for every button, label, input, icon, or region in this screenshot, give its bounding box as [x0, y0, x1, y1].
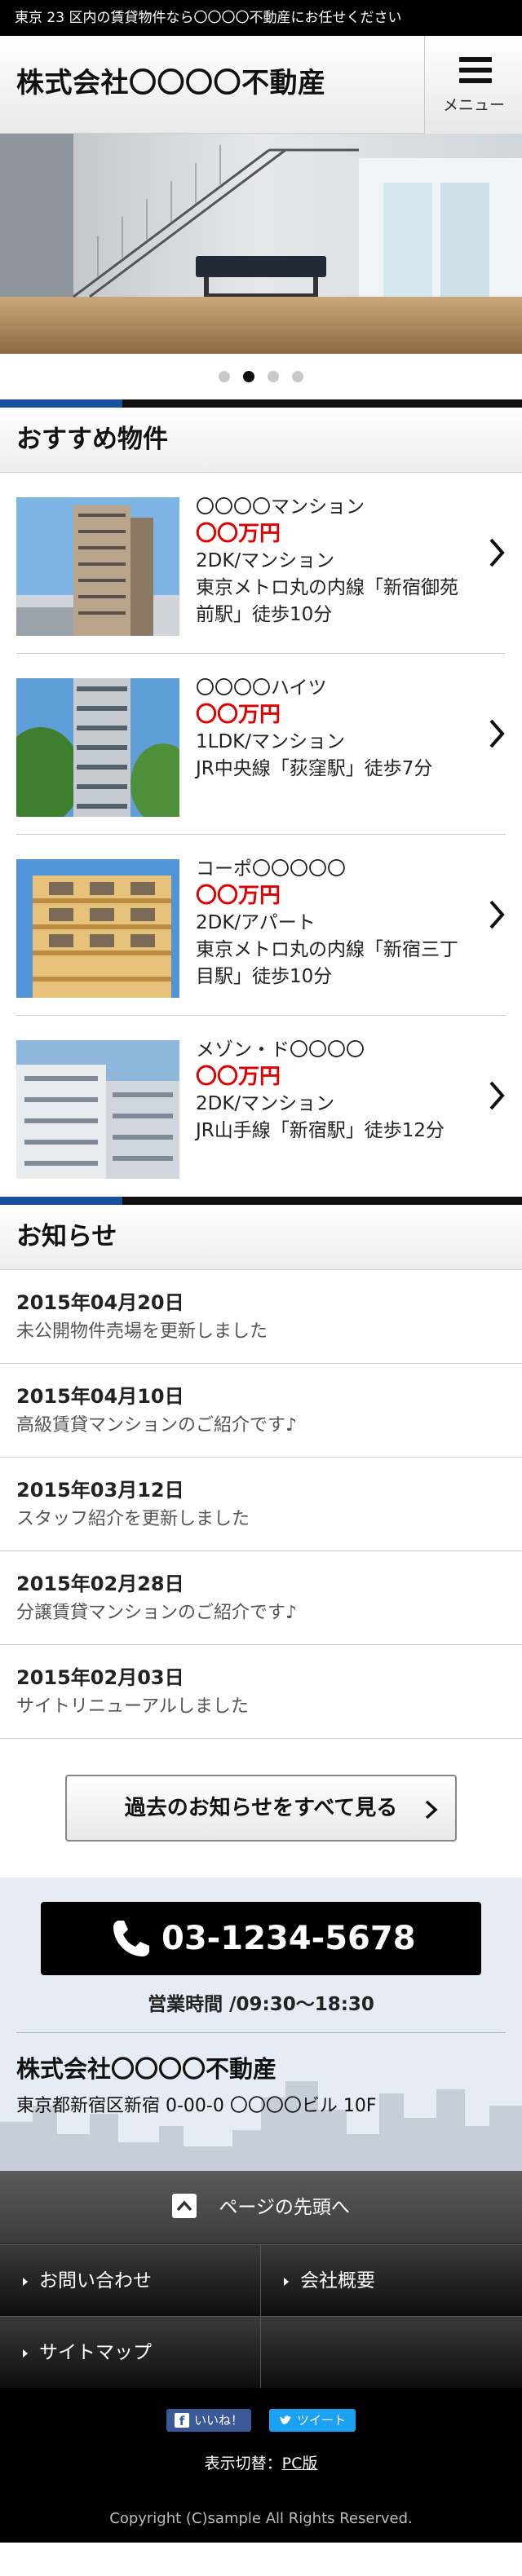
slider-dot[interactable] [219, 371, 230, 382]
facebook-like-button[interactable]: f いいね！ [166, 2409, 251, 2432]
property-access: JR山手線「新宿駅」徒歩12分 [196, 1120, 445, 1141]
view-switch: 表示切替：PC版 [0, 2451, 522, 2473]
property-access: 東京メトロ丸の内線「新宿御苑前駅」徒歩10分 [196, 577, 458, 625]
menu-label: メニュー [442, 96, 505, 114]
site-header: 株式会社〇〇〇〇不動産 メニュー [0, 36, 522, 134]
top-banner: 東京 23 区内の賃貸物件なら〇〇〇〇不動産にお任せください [0, 0, 522, 36]
footer-nav-sitemap[interactable]: サイトマップ [0, 2316, 261, 2388]
footer-nav-contact[interactable]: お問い合わせ [0, 2244, 261, 2316]
property-item[interactable]: メゾン・ド〇〇〇〇 〇〇万円 2DK/マンション JR山手線「新宿駅」徒歩12分 [16, 1016, 506, 1197]
section-rule [0, 1197, 522, 1205]
page-top-button[interactable]: ページの先頭へ [0, 2171, 522, 2244]
property-photo [16, 1040, 179, 1179]
slider-dots [0, 354, 522, 399]
property-list: 〇〇〇〇マンション 〇〇万円 2DK/マンション 東京メトロ丸の内線「新宿御苑前… [0, 473, 522, 1197]
property-name: コーポ〇〇〇〇〇 [196, 858, 346, 880]
property-name: メゾン・ド〇〇〇〇 [196, 1039, 365, 1061]
property-photo [16, 497, 179, 636]
news-item[interactable]: 2015年03月12日 スタッフ紹介を更新しました [0, 1458, 522, 1551]
property-price: 〇〇万円 [196, 1065, 281, 1089]
company-address: 東京都新宿区新宿 0-00-0 〇〇〇〇ビル 10F [16, 2096, 377, 2116]
menu-button[interactable]: メニュー [424, 36, 522, 134]
news-item[interactable]: 2015年04月20日 未公開物件売場を更新しました [0, 1270, 522, 1364]
news-text: サイトリニューアルしました [16, 1696, 249, 1717]
news-item[interactable]: 2015年02月28日 分譲賃貸マンションのご紹介です♪ [0, 1551, 522, 1645]
pc-version-link[interactable]: PC版 [282, 2455, 318, 2472]
news-title: お知らせ [0, 1205, 522, 1270]
contact-divider [16, 2032, 506, 2033]
slider-dot[interactable] [292, 371, 303, 382]
chevron-right-icon [489, 1081, 505, 1110]
news-date: 2015年02月28日 [16, 1573, 184, 1595]
news-text: 未公開物件売場を更新しました [16, 1321, 268, 1342]
phone-number: 03-1234-5678 [161, 1920, 416, 1957]
news-date: 2015年02月03日 [16, 1666, 184, 1689]
property-access: JR中央線「荻窪駅」徒歩7分 [196, 758, 433, 779]
slider-dot[interactable] [268, 371, 279, 382]
site-logo[interactable]: 株式会社〇〇〇〇不動産 [16, 36, 326, 130]
news-text: 分譲賃貸マンションのご紹介です♪ [16, 1603, 298, 1623]
chevron-right-icon [489, 719, 505, 748]
slider-dot-active[interactable] [243, 371, 254, 382]
property-name: 〇〇〇〇ハイツ [196, 677, 327, 699]
property-type: 2DK/マンション [196, 1093, 335, 1114]
site-footer: f いいね！ ツイート 表示切替：PC版 Copyright (C)sample… [0, 2388, 522, 2543]
property-item[interactable]: コーポ〇〇〇〇〇 〇〇万円 2DK/アパート 東京メトロ丸の内線「新宿三丁目駅」… [16, 835, 506, 1016]
social-buttons: f いいね！ ツイート [0, 2409, 522, 2432]
property-photo [16, 678, 179, 817]
footer-nav: お問い合わせ 会社概要 サイトマップ [0, 2244, 522, 2388]
twitter-icon [280, 2415, 291, 2424]
chevron-right-icon [489, 538, 505, 567]
hero-image [0, 134, 522, 354]
chevron-right-icon [425, 1800, 438, 1820]
phone-call-button[interactable]: 03-1234-5678 [41, 1902, 481, 1975]
news-date: 2015年03月12日 [16, 1479, 184, 1502]
news-more-label: 過去のお知らせをすべて見る [124, 1796, 398, 1820]
page-top-label: ページの先頭へ [219, 2197, 350, 2218]
hamburger-icon [459, 57, 492, 83]
phone-icon [113, 1921, 149, 1956]
hero-slider[interactable] [0, 134, 522, 354]
news-list: 2015年04月20日 未公開物件売場を更新しました 2015年04月10日 高… [0, 1270, 522, 1739]
company-name: 株式会社〇〇〇〇不動産 [16, 2055, 277, 2083]
contact-section: 03-1234-5678 営業時間 /09:30～18:30 株式会社〇〇〇〇不… [0, 1877, 522, 2171]
news-date: 2015年04月10日 [16, 1385, 184, 1408]
property-type: 1LDK/マンション [196, 731, 345, 752]
copyright: Copyright (C)sample All Rights Reserved. [109, 2510, 413, 2527]
news-item[interactable]: 2015年02月03日 サイトリニューアルしました [0, 1645, 522, 1739]
view-switch-label: 表示切替： [204, 2455, 282, 2472]
twitter-tweet-label: ツイート [297, 2413, 347, 2428]
property-item[interactable]: 〇〇〇〇マンション 〇〇万円 2DK/マンション 東京メトロ丸の内線「新宿御苑前… [16, 473, 506, 654]
chevron-right-icon [489, 900, 505, 929]
property-name: 〇〇〇〇マンション [196, 496, 365, 518]
recommended-title: おすすめ物件 [0, 408, 522, 473]
property-type: 2DK/アパート [196, 912, 316, 933]
news-text: スタッフ紹介を更新しました [16, 1509, 250, 1529]
property-item[interactable]: 〇〇〇〇ハイツ 〇〇万円 1LDK/マンション JR中央線「荻窪駅」徒歩7分 [16, 654, 506, 835]
property-access: 東京メトロ丸の内線「新宿三丁目駅」徒歩10分 [196, 939, 458, 987]
property-type: 2DK/マンション [196, 550, 335, 571]
property-photo [16, 859, 179, 998]
property-price: 〇〇万円 [196, 884, 281, 908]
business-hours: 営業時間 /09:30～18:30 [148, 1994, 374, 2015]
news-more-area: 過去のお知らせをすべて見る [0, 1739, 522, 1877]
footer-nav-empty [261, 2316, 522, 2388]
news-more-button[interactable]: 過去のお知らせをすべて見る [65, 1775, 457, 1842]
section-rule [0, 399, 522, 408]
footer-nav-company[interactable]: 会社概要 [261, 2244, 522, 2316]
news-date: 2015年04月20日 [16, 1291, 184, 1314]
property-price: 〇〇万円 [196, 522, 281, 546]
facebook-like-label: いいね！ [193, 2413, 243, 2428]
news-text: 高級賃貸マンションのご紹介です♪ [16, 1415, 298, 1436]
property-price: 〇〇万円 [196, 703, 281, 727]
arrow-up-icon [172, 2193, 197, 2218]
facebook-icon: f [174, 2413, 189, 2428]
twitter-tweet-button[interactable]: ツイート [269, 2409, 356, 2432]
news-item[interactable]: 2015年04月10日 高級賃貸マンションのご紹介です♪ [0, 1364, 522, 1458]
